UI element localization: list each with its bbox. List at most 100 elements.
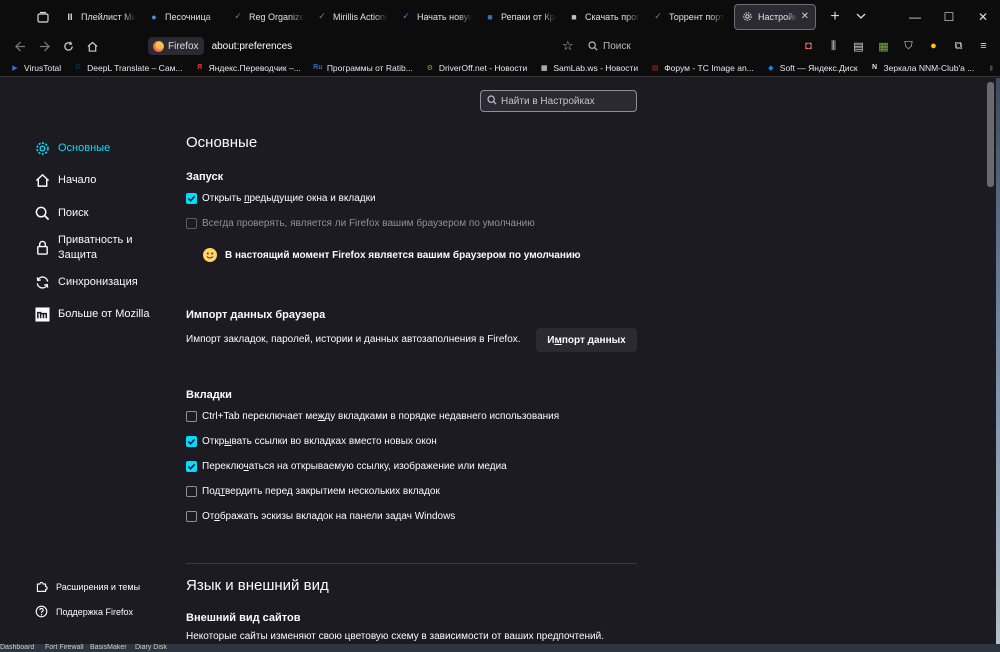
taskbar-item[interactable]: BasisMaker [90, 644, 127, 651]
reload-button[interactable] [56, 34, 80, 58]
minimize-button[interactable]: — [898, 0, 932, 33]
extension-icon[interactable]: ▦ [871, 36, 896, 56]
emoji-extension-icon[interactable]: ● [921, 36, 946, 56]
desktop-background [996, 78, 1000, 652]
smiley-icon [203, 248, 217, 262]
browser-tab[interactable]: ✓ Начать новую [394, 4, 478, 30]
browser-tab[interactable]: II Плейлист Ми [58, 4, 142, 30]
tab-option-row[interactable]: Переключаться на открываемую ссылку, изо… [186, 461, 507, 472]
puzzle-icon[interactable]: ⧉ [946, 36, 971, 56]
bookmark-item[interactable]: ⚙ DriverOff.net - Новости [425, 62, 528, 73]
tab-title: Торрент порта [669, 11, 724, 22]
scrollbar-thumb[interactable] [987, 82, 994, 187]
library-icon[interactable]: ⫼ [821, 36, 846, 56]
browser-tab[interactable]: ■ Репаки от Кре [478, 4, 562, 30]
shield-icon[interactable]: ⛉ [896, 36, 921, 56]
bookmark-item[interactable]: N Зеркала NNM-Club'a ... [870, 63, 974, 73]
import-description: Импорт закладок, паролей, истории и данн… [186, 334, 521, 345]
browser-tab[interactable]: ✓ Торрент порта [646, 4, 730, 30]
tab-option-row[interactable]: Отображать эскизы вкладок на панели зада… [186, 511, 455, 522]
tab-option-label: Подтвердить перед закрытием нескольких в… [202, 486, 440, 497]
page-scrollbar[interactable] [985, 78, 996, 652]
window-controls: — ☐ ✕ [898, 0, 1000, 33]
pocket-icon[interactable]: ◘ [796, 36, 821, 56]
taskbar-item[interactable]: Dashboard [0, 644, 34, 651]
maximize-button[interactable]: ☐ [932, 0, 966, 33]
browser-tab[interactable]: ✓ Reg Organizer [226, 4, 310, 30]
taskbar-item[interactable]: Diary Disk [135, 644, 167, 651]
tab-option-checkbox[interactable] [186, 486, 197, 497]
sidebar-item-search[interactable]: Поиск [34, 198, 174, 228]
browser-tab[interactable]: ■ Скачать прогр [562, 4, 646, 30]
menu-icon[interactable]: ≡ [971, 36, 996, 56]
browser-tab[interactable]: ● Песочница [142, 4, 226, 30]
extensions-themes-link[interactable]: Расширения и темы [34, 574, 184, 599]
bookmark-favicon-icon: ▤ [651, 64, 659, 72]
tab-option-checkbox[interactable] [186, 461, 197, 472]
sidebar-item-more-mozilla[interactable]: Больше от Mozilla [34, 300, 174, 330]
default-browser-checkbox [186, 218, 197, 229]
bookmark-item[interactable]: Я Яндекс.Переводчик –... [195, 63, 301, 73]
arrow-right-icon [39, 40, 50, 52]
bookmark-item[interactable]: ▮IP-TV.BEST [986, 63, 1000, 73]
tab-favicon-icon: ✓ [402, 11, 410, 21]
puzzle-icon [34, 580, 48, 594]
bookmark-item[interactable]: ▦ SamLab.ws - Новости [539, 63, 638, 73]
restore-session-checkbox-row[interactable]: Открыть предыдущие окна и вкладки [186, 193, 376, 204]
bookmark-item[interactable]: ▶ VirusTotal [10, 63, 61, 73]
bookmark-label: Soft — Яндекс.Диск [779, 62, 858, 73]
search-bar[interactable]: Поиск [588, 36, 788, 56]
tab-title: Reg Organizer [249, 11, 304, 22]
website-appearance-description: Некоторые сайты изменяют свою цветовую с… [186, 631, 604, 642]
back-button[interactable] [8, 34, 32, 58]
tab-settings[interactable]: Настройки ✕ [734, 3, 816, 30]
bookmark-item[interactable]: ▤ Форум - TC Image an... [650, 63, 754, 73]
sidebar-item-sync[interactable]: Синхронизация [34, 267, 174, 297]
import-data-button[interactable]: Им порт данных [536, 328, 637, 352]
bookmark-star-icon[interactable]: ☆ [562, 38, 574, 54]
tab-option-row[interactable]: Открывать ссылки во вкладках вместо новы… [186, 436, 437, 447]
tab-option-row[interactable]: Подтвердить перед закрытием нескольких в… [186, 486, 440, 497]
tab-option-label: Отображать эскизы вкладок на панели зада… [202, 511, 456, 522]
bookmark-favicon-icon: ◆ [768, 64, 774, 72]
category-sidebar: Основные Начало Поиск Приватность и Защи… [34, 133, 174, 332]
taskbar-item[interactable]: Fort Firewall [45, 644, 84, 651]
bookmark-favicon-icon: ▶ [12, 64, 18, 72]
bookmark-item[interactable]: Ru Программы от Ratib... [313, 63, 413, 73]
close-tab-icon[interactable]: ✕ [801, 11, 809, 22]
sidebar-item-privacy[interactable]: Приватность и Защита [34, 231, 174, 265]
identity-box[interactable]: Firefox [148, 37, 204, 55]
tab-list-button[interactable] [28, 0, 58, 33]
restore-session-label: Открыть предыдущие окна и вкладки [202, 193, 376, 204]
sidebar-item-label: Основные [58, 141, 111, 154]
home-button[interactable] [80, 34, 104, 58]
sidebar-item-general[interactable]: Основные [34, 133, 174, 163]
sidebar-footer: Расширения и темы Поддержка Firefox [34, 574, 184, 624]
url-text[interactable]: about:preferences [212, 41, 293, 52]
tab-favicon-icon: ✓ [654, 11, 662, 21]
tab-option-checkbox[interactable] [186, 436, 197, 447]
preferences-search-input[interactable]: Найти в Настройках [480, 90, 637, 112]
tab-option-checkbox[interactable] [186, 511, 197, 522]
bookmark-item[interactable]: ◆ Soft — Яндекс.Диск [766, 62, 858, 73]
sidebar-item-home[interactable]: Начало [34, 166, 174, 196]
browser-tab[interactable]: ✓ Mirillis Action! [310, 4, 394, 30]
tab-favicon-icon: ■ [487, 11, 493, 22]
close-window-button[interactable]: ✕ [966, 0, 1000, 33]
reload-icon [63, 40, 73, 51]
bookmark-item[interactable]: D DeepL Translate – Сам... [73, 63, 183, 73]
restore-session-checkbox[interactable] [186, 193, 197, 204]
firefox-support-link[interactable]: Поддержка Firefox [34, 599, 184, 624]
sidebar-toggle-icon[interactable]: ▤ [846, 36, 871, 56]
forward-button[interactable] [32, 34, 56, 58]
sidebar-item-label: Приватность и Защита [58, 233, 133, 261]
firefox-support-label: Поддержка Firefox [56, 606, 133, 617]
bookmark-label: DriverOff.net - Новости [438, 62, 528, 73]
url-bar[interactable]: Firefox about:preferences [148, 35, 578, 57]
search-icon [487, 94, 497, 108]
list-all-tabs-button[interactable] [848, 10, 874, 24]
tab-option-checkbox[interactable] [186, 411, 197, 422]
startup-heading: Запуск [186, 171, 224, 183]
tab-option-row[interactable]: Ctrl+Tab переключает между вкладками в п… [186, 411, 559, 422]
new-tab-button[interactable]: + [822, 8, 848, 26]
